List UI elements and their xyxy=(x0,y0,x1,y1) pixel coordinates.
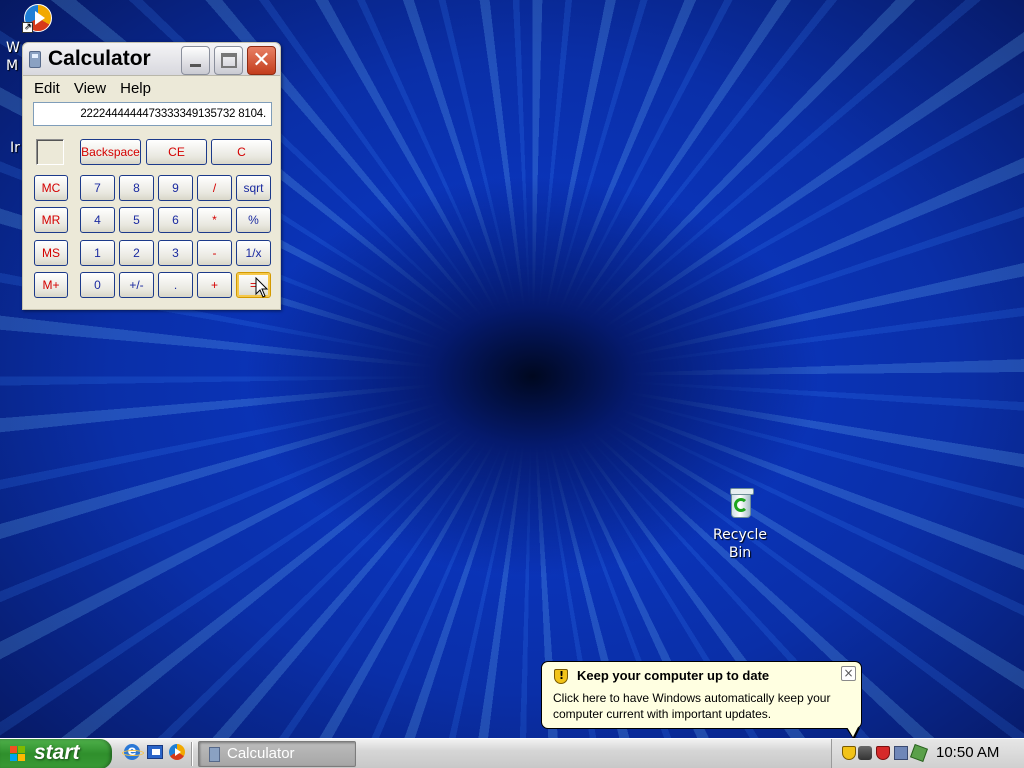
show-desktop-icon[interactable] xyxy=(146,743,164,761)
taskbar-button-label: Calculator xyxy=(227,745,295,762)
desktop-icon-label-partial-2: M xyxy=(6,58,19,74)
backspace-button[interactable]: Backspace xyxy=(80,139,141,165)
start-button[interactable]: start xyxy=(0,739,112,768)
windows-flag-icon xyxy=(10,746,27,762)
close-button[interactable]: ✕ xyxy=(247,46,276,75)
balloon-tail-fill xyxy=(847,727,858,737)
security-icon[interactable] xyxy=(876,746,890,760)
close-icon: ✕ xyxy=(252,48,271,73)
multiply-button[interactable]: * xyxy=(197,207,232,233)
title-bar[interactable]: Calculator ✕ xyxy=(23,43,280,76)
digit-0-button[interactable]: 0 xyxy=(80,272,115,298)
network-icon[interactable] xyxy=(858,746,872,760)
desktop-icon-recycle-bin[interactable]: Recycle Bin xyxy=(701,488,779,562)
memory-store-button[interactable]: MS xyxy=(34,240,68,266)
digit-5-button[interactable]: 5 xyxy=(119,207,154,233)
digit-1-button[interactable]: 1 xyxy=(80,240,115,266)
decimal-button[interactable]: . xyxy=(158,272,193,298)
digit-7-button[interactable]: 7 xyxy=(80,175,115,201)
add-button[interactable]: + xyxy=(197,272,232,298)
mouse-cursor-icon xyxy=(255,277,269,298)
minimize-button[interactable] xyxy=(181,46,210,75)
sqrt-button[interactable]: sqrt xyxy=(236,175,271,201)
memory-indicator xyxy=(36,139,64,165)
divide-button[interactable]: / xyxy=(197,175,232,201)
security-alert-icon[interactable] xyxy=(842,746,856,760)
digit-4-button[interactable]: 4 xyxy=(80,207,115,233)
calculator-window: Calculator ✕ Edit View Help 222244444447… xyxy=(22,42,281,310)
desktop-icon-label-partial-3: Ir xyxy=(10,140,20,156)
menu-help[interactable]: Help xyxy=(113,80,158,97)
shield-icon xyxy=(554,669,568,684)
update-icon[interactable] xyxy=(910,744,928,762)
memory-recall-button[interactable]: MR xyxy=(34,207,68,233)
percent-button[interactable]: % xyxy=(236,207,271,233)
recycle-bin-icon xyxy=(723,488,757,522)
digit-8-button[interactable]: 8 xyxy=(119,175,154,201)
menu-view[interactable]: View xyxy=(67,80,113,97)
calculator-display: 2222444444473333349135732 8104. xyxy=(33,102,272,126)
digit-9-button[interactable]: 9 xyxy=(158,175,193,201)
computer-icon[interactable] xyxy=(894,746,908,760)
subtract-button[interactable]: - xyxy=(197,240,232,266)
update-notification-balloon[interactable]: Keep your computer up to date × Click he… xyxy=(541,661,862,729)
maximize-button[interactable] xyxy=(214,46,243,75)
calculator-icon xyxy=(209,747,220,762)
negate-button[interactable]: +/- xyxy=(119,272,154,298)
balloon-text: Click here to have Windows automatically… xyxy=(553,691,831,721)
clock[interactable]: 10:50 AM xyxy=(936,744,999,761)
recycle-bin-label-2: Bin xyxy=(728,545,752,561)
menu-edit[interactable]: Edit xyxy=(27,80,67,97)
reciprocal-button[interactable]: 1/x xyxy=(236,240,271,266)
balloon-title: Keep your computer up to date xyxy=(577,668,770,683)
minimize-icon xyxy=(190,64,201,67)
taskbar-button-calculator[interactable]: Calculator xyxy=(198,741,356,767)
internet-explorer-icon[interactable]: e xyxy=(122,743,144,761)
system-tray: 10:50 AM xyxy=(831,739,1024,768)
maximize-icon xyxy=(221,53,237,68)
balloon-close-button[interactable]: × xyxy=(841,666,856,681)
quicklaunch-divider xyxy=(191,742,193,766)
memory-clear-button[interactable]: MC xyxy=(34,175,68,201)
digit-3-button[interactable]: 3 xyxy=(158,240,193,266)
digit-6-button[interactable]: 6 xyxy=(158,207,193,233)
media-player-icon: ↗ xyxy=(22,2,54,34)
desktop-icon-label-partial: W xyxy=(6,40,20,56)
recycle-bin-label-1: Recycle xyxy=(713,527,767,543)
clear-entry-button[interactable]: CE xyxy=(146,139,207,165)
start-label: start xyxy=(34,741,80,764)
digit-2-button[interactable]: 2 xyxy=(119,240,154,266)
window-title: Calculator xyxy=(48,47,151,70)
menu-bar: Edit View Help xyxy=(23,76,280,100)
taskbar: start e Calculator 10:50 AM xyxy=(0,738,1024,768)
clear-button[interactable]: C xyxy=(211,139,272,165)
media-player-quicklaunch-icon[interactable] xyxy=(168,743,186,761)
calculator-icon xyxy=(29,51,41,68)
memory-add-button[interactable]: M+ xyxy=(34,272,68,298)
desktop-icon-media-player[interactable]: ↗ xyxy=(0,2,60,38)
